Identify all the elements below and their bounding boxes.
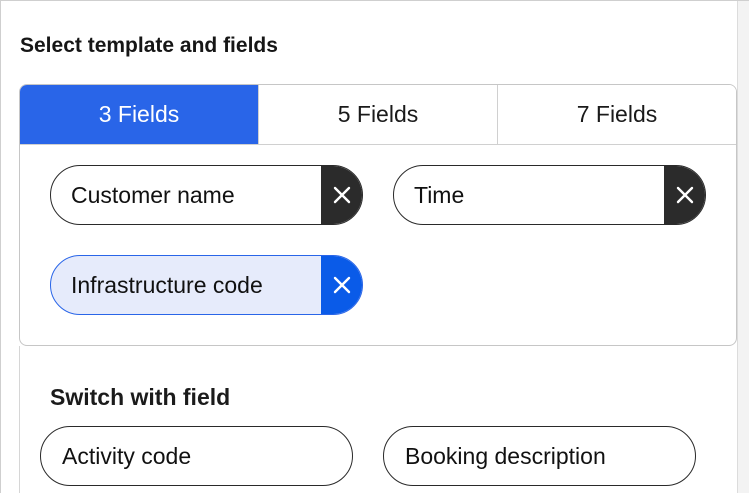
remove-customer-name-button[interactable] — [321, 166, 362, 224]
field-count-tabs: 3 Fields 5 Fields 7 Fields — [20, 85, 736, 145]
remove-infrastructure-code-button[interactable] — [321, 256, 362, 314]
field-chip-infrastructure-code[interactable]: Infrastructure code — [50, 255, 363, 315]
switch-option-activity-code[interactable]: Activity code — [40, 426, 353, 486]
close-icon — [333, 186, 350, 204]
tab-3-fields[interactable]: 3 Fields — [20, 85, 258, 144]
field-chip-label: Customer name — [71, 181, 235, 208]
close-icon — [333, 276, 350, 294]
template-card: 3 Fields 5 Fields 7 Fields Customer name… — [19, 84, 737, 346]
switch-option-booking-description[interactable]: Booking description — [383, 426, 696, 486]
remove-time-button[interactable] — [664, 166, 705, 224]
section-divider — [19, 346, 20, 493]
template-panel: Select template and fields 3 Fields 5 Fi… — [0, 0, 749, 493]
panel-title: Select template and fields — [20, 34, 278, 57]
switch-section-title: Switch with field — [50, 384, 231, 410]
panel-scroll-edge — [737, 1, 749, 493]
close-icon — [676, 186, 693, 204]
field-chip-label: Time — [414, 181, 465, 208]
field-chip-customer-name[interactable]: Customer name — [50, 165, 363, 225]
field-chip-time[interactable]: Time — [393, 165, 706, 225]
field-chip-label: Infrastructure code — [71, 271, 263, 298]
tab-7-fields[interactable]: 7 Fields — [497, 85, 736, 144]
tab-5-fields[interactable]: 5 Fields — [258, 85, 497, 144]
